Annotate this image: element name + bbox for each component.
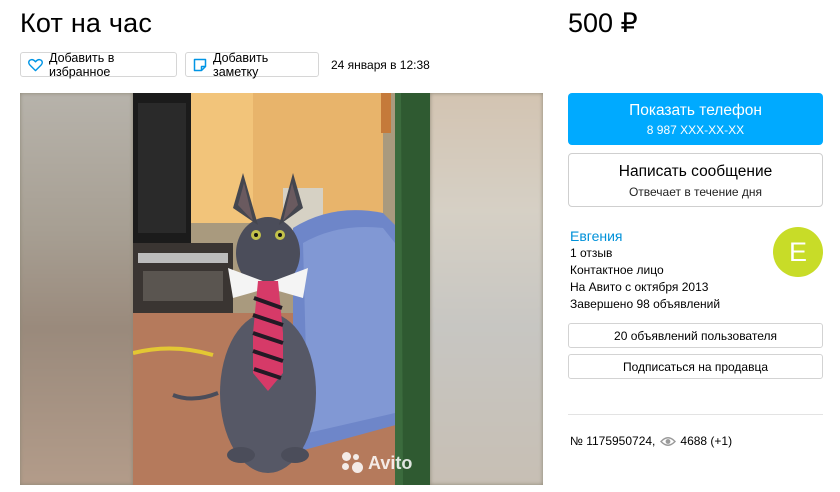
listing-date: 24 января в 12:38 [331,58,430,72]
seller-type: Контактное лицо [570,263,664,277]
avito-watermark: Avito [342,452,412,474]
listing-meta: № 1175950724, 4688 (+1) [570,434,732,448]
seller-name-link[interactable]: Евгения [570,228,623,244]
avito-logo-icon [342,452,364,474]
avito-watermark-text: Avito [368,452,413,473]
seller-reviews[interactable]: 1 отзыв [570,246,612,260]
eye-icon [660,436,677,446]
seller-since: На Авито с октября 2013 [570,280,709,294]
show-phone-button[interactable]: Показать телефон 8 987 XXX-XX-XX [568,93,823,145]
avatar[interactable]: Е [773,227,823,277]
add-to-favorites-label: Добавить в избранное [49,50,115,79]
view-count: 4688 (+1) [680,434,733,448]
main-photo[interactable] [133,93,430,485]
heart-icon [28,58,43,71]
user-ads-button[interactable]: 20 объявлений пользователя [568,323,823,348]
cat-photo-illustration [133,93,430,485]
add-to-favorites-button[interactable]: Добавить в избранное [20,50,177,79]
listing-price: 500 ₽ [568,8,638,38]
subscribe-seller-button[interactable]: Подписаться на продавца [568,354,823,379]
listing-title: Кот на час [20,8,153,38]
seller-completed: Завершено 98 объявлений [570,297,721,311]
listing-number: № 1175950724, [570,434,656,448]
divider [568,414,823,415]
response-time: Отвечает в течение дня [628,185,763,199]
photo-gallery[interactable] [20,93,543,485]
note-icon [193,58,207,71]
gallery-blur-left [20,93,133,485]
add-note-label: Добавить заметку [213,50,269,79]
write-message-label: Написать сообщение [618,163,773,180]
write-message-button[interactable]: Написать сообщение Отвечает в течение дн… [568,153,823,207]
add-note-button[interactable]: Добавить заметку [185,50,319,79]
gallery-blur-right [430,93,543,485]
show-phone-label: Показать телефон [629,102,762,119]
phone-masked: 8 987 XXX-XX-XX [646,123,745,137]
